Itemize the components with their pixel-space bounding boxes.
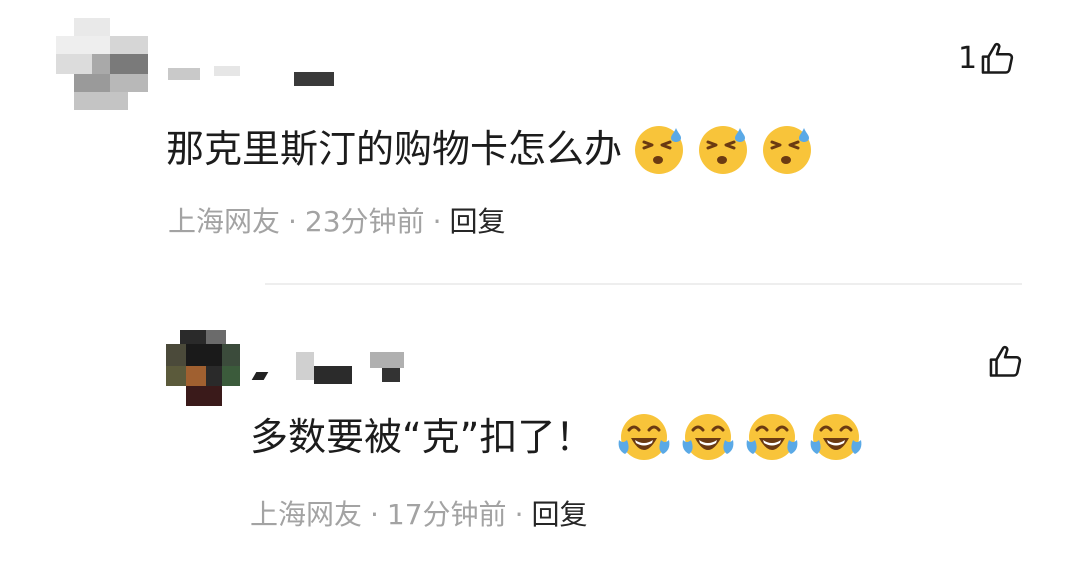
like-count: 1 bbox=[958, 41, 978, 76]
avatar[interactable] bbox=[56, 18, 148, 110]
sweat-smile-emoji bbox=[699, 126, 748, 174]
comment-text: 那克里斯汀的购物卡怎么办 bbox=[166, 122, 814, 176]
emoji-row bbox=[622, 122, 814, 176]
location-label: 上海网友 bbox=[168, 205, 281, 238]
reply-button[interactable]: 回复 bbox=[531, 498, 587, 531]
comment-meta: 上海网友 · 23分钟前 · 回复 bbox=[168, 204, 505, 240]
location-label: 上海网友 bbox=[250, 498, 363, 531]
comment-body: 那克里斯汀的购物卡怎么办 bbox=[166, 127, 623, 171]
comment-body: 多数要被“克”扣了！ bbox=[250, 415, 594, 459]
separator-dot: · bbox=[432, 205, 442, 238]
timestamp: 17分钟前 bbox=[386, 498, 507, 531]
reply-button[interactable]: 回复 bbox=[449, 205, 505, 238]
comment-text: 多数要被“克”扣了！ bbox=[250, 410, 863, 464]
like-button[interactable] bbox=[985, 343, 1025, 381]
laughing-tears-emoji bbox=[682, 414, 734, 460]
timestamp: 23分钟前 bbox=[304, 205, 425, 238]
comment-meta: 上海网友 · 17分钟前 · 回复 bbox=[250, 497, 587, 533]
laughing-tears-emoji bbox=[810, 414, 862, 460]
emoji-row bbox=[607, 410, 863, 464]
separator-dot: · bbox=[288, 205, 297, 238]
thumbs-up-outline-icon bbox=[989, 345, 1022, 377]
divider bbox=[265, 283, 1022, 285]
avatar[interactable] bbox=[166, 330, 240, 406]
separator-dot: · bbox=[370, 498, 379, 531]
laughing-tears-emoji bbox=[618, 414, 670, 460]
sweat-smile-emoji bbox=[635, 126, 684, 174]
like-button[interactable]: 1 bbox=[958, 40, 1017, 78]
sweat-smile-emoji bbox=[763, 126, 812, 174]
separator-dot: · bbox=[514, 498, 524, 531]
laughing-tears-emoji bbox=[746, 414, 798, 460]
thumbs-up-outline-icon bbox=[981, 42, 1014, 74]
